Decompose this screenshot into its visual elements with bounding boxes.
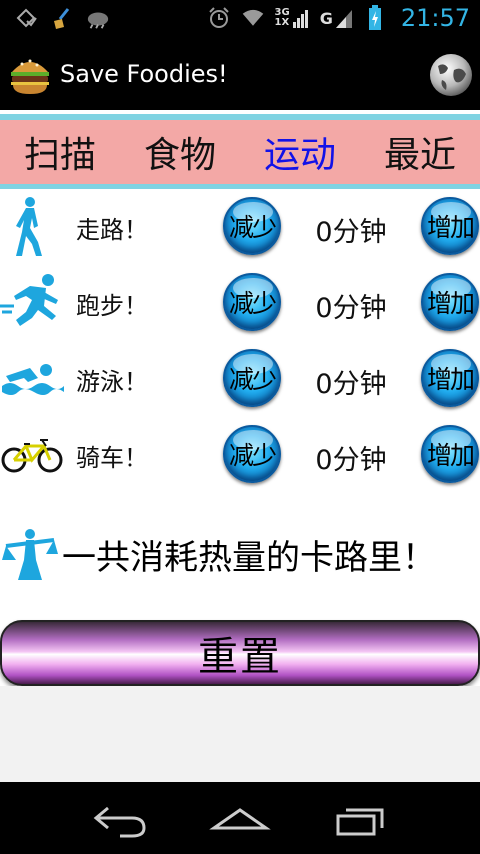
- globe-icon[interactable]: [428, 52, 474, 98]
- scale-icon: [2, 526, 58, 582]
- battery-charging-icon: [363, 5, 387, 31]
- tab-recent[interactable]: 最近: [384, 126, 456, 178]
- increase-label: 增加: [426, 289, 475, 318]
- decrease-label: 减少: [228, 289, 277, 318]
- reset-button-label: 重置: [198, 634, 282, 680]
- walking-increase-button[interactable]: 增加: [421, 197, 479, 255]
- total-calories-text: 一共消耗热量的卡路里！: [62, 538, 436, 578]
- back-icon[interactable]: [88, 800, 152, 838]
- navigation-bar: [0, 782, 480, 854]
- activity-row-running: 跑步！ 减少 0分钟 增加: [0, 270, 480, 340]
- wifi-icon: [241, 5, 265, 31]
- status-bar-notifications: [14, 6, 110, 32]
- clock: 21:57: [400, 4, 470, 32]
- walking-decrease-button[interactable]: 减少: [223, 197, 281, 255]
- weather-icon: [86, 6, 110, 32]
- activity-label: 跑步！: [76, 292, 148, 320]
- swimming-minutes: 0分钟: [315, 369, 387, 400]
- decrease-label: 减少: [228, 213, 277, 242]
- walking-icon: [0, 194, 64, 258]
- walking-minutes: 0分钟: [315, 217, 387, 248]
- action-bar: Save Foodies!: [0, 38, 480, 110]
- increase-label: 增加: [426, 365, 475, 394]
- activity-row-swimming: 游泳！ 减少 0分钟 增加: [0, 346, 480, 416]
- bicycle-icon: [0, 422, 64, 486]
- signal-g-icon: G: [320, 7, 353, 29]
- decrease-label: 减少: [228, 441, 277, 470]
- activity-row-walking: 走路！ 减少 0分钟 增加: [0, 194, 480, 264]
- alarm-icon: [207, 5, 231, 31]
- bicycle-increase-button[interactable]: 增加: [421, 425, 479, 483]
- app-title: Save Foodies!: [60, 60, 228, 88]
- running-decrease-button[interactable]: 减少: [223, 273, 281, 331]
- home-icon[interactable]: [208, 800, 272, 838]
- notification-icon: [14, 6, 38, 32]
- broom-icon: [50, 6, 74, 32]
- increase-label: 增加: [426, 441, 475, 470]
- activity-label: 游泳！: [76, 368, 148, 396]
- activity-label: 骑车！: [76, 444, 148, 472]
- total-calories: 一共消耗热量的卡路里！: [0, 522, 480, 582]
- running-icon: [0, 270, 64, 334]
- swimming-icon: [0, 346, 64, 410]
- recent-apps-icon[interactable]: [328, 800, 392, 838]
- tab-exercise[interactable]: 运动: [264, 126, 336, 178]
- running-minutes: 0分钟: [315, 293, 387, 324]
- increase-label: 增加: [426, 213, 475, 242]
- swimming-decrease-button[interactable]: 减少: [223, 349, 281, 407]
- status-bar: 3G 1X G 21:57: [0, 0, 480, 38]
- swimming-increase-button[interactable]: 增加: [421, 349, 479, 407]
- tab-food[interactable]: 食物: [144, 126, 216, 178]
- reset-button[interactable]: 重置: [0, 620, 480, 686]
- tab-bar: 扫描 食物 运动 最近: [0, 120, 480, 184]
- burger-icon[interactable]: [8, 52, 52, 96]
- signal-3g-icon: 3G 1X: [275, 7, 310, 29]
- tab-scan[interactable]: 扫描: [24, 126, 96, 178]
- activity-row-bicycle: 骑车！ 减少 0分钟 增加: [0, 422, 480, 492]
- bicycle-decrease-button[interactable]: 减少: [223, 425, 281, 483]
- running-increase-button[interactable]: 增加: [421, 273, 479, 331]
- activity-label: 走路！: [76, 216, 148, 244]
- network-1x-label: 1X: [274, 17, 290, 28]
- bicycle-minutes: 0分钟: [315, 445, 387, 476]
- status-bar-system: 3G 1X G 21:57: [207, 4, 470, 32]
- network-g-label: G: [319, 8, 333, 28]
- empty-area: [0, 686, 480, 782]
- main-content: 扫描 食物 运动 最近 走路！ 减少 0分钟 增加 跑步！ 减少 0分钟 增加 …: [0, 110, 480, 782]
- tab-divider-bottom: [0, 184, 480, 189]
- decrease-label: 减少: [228, 365, 277, 394]
